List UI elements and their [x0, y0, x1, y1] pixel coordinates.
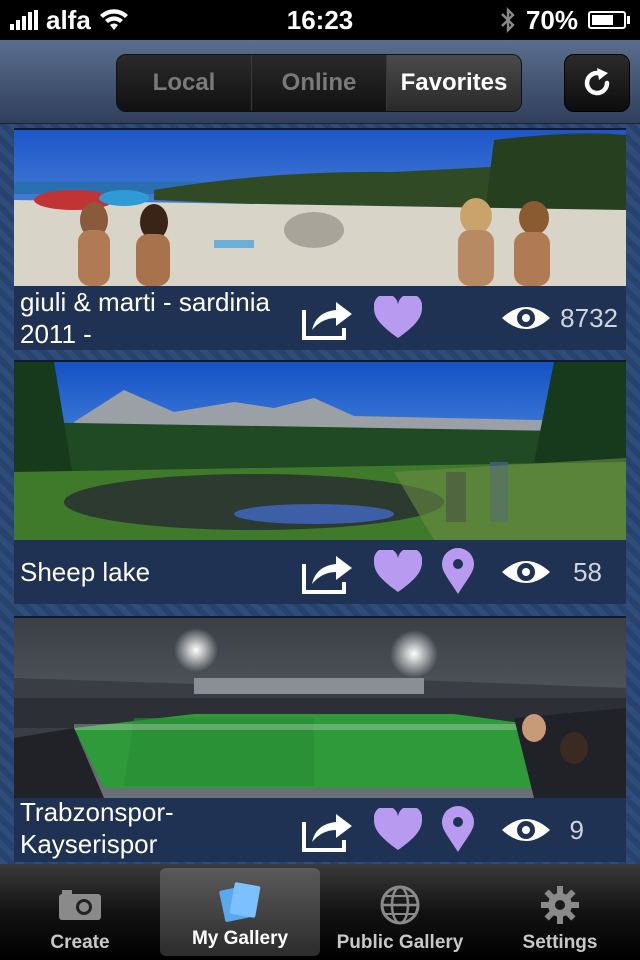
tab-label: Public Gallery — [336, 932, 464, 953]
status-bar: alfa 16:23 70% — [0, 0, 640, 40]
globe-icon — [379, 882, 421, 928]
gallery-icon — [218, 878, 262, 924]
share-button[interactable] — [300, 806, 356, 854]
source-segmented-control: Local Online Favorites — [116, 54, 522, 112]
item-title: Trabzonspor- Kayserispor — [20, 796, 300, 860]
eye-icon — [502, 561, 550, 583]
list-item[interactable]: Sheep lake 58 — [14, 360, 626, 604]
navigation-bar: Local Online Favorites — [0, 40, 640, 124]
location-button[interactable] — [440, 806, 476, 854]
list-item[interactable]: giuli & marti - sardinia 2011 - 8732 — [14, 128, 626, 350]
location-button[interactable] — [440, 548, 476, 596]
item-title: Sheep lake — [20, 556, 300, 588]
item-info-bar: Sheep lake 58 — [14, 540, 626, 604]
status-left: alfa — [10, 5, 230, 36]
tab-create[interactable]: Create — [0, 864, 160, 960]
panorama-thumbnail[interactable] — [14, 362, 626, 540]
views-block — [500, 302, 552, 334]
share-icon — [302, 556, 352, 594]
item-actions — [300, 294, 422, 342]
camera-icon — [58, 882, 102, 928]
bluetooth-icon — [501, 7, 515, 33]
carrier-name: alfa — [46, 4, 91, 35]
wifi-icon — [99, 9, 128, 30]
tab-label: Settings — [522, 932, 598, 953]
view-count: 58 — [573, 556, 602, 587]
favorites-list[interactable]: giuli & marti - sardinia 2011 - 8732 She… — [0, 124, 640, 864]
item-title-line1: giuli & marti - sardinia — [20, 287, 270, 317]
segment-online[interactable]: Online — [252, 55, 387, 111]
item-title: giuli & marti - sardinia 2011 - — [20, 286, 300, 350]
views-block — [500, 814, 552, 846]
view-count: 9 — [569, 814, 584, 845]
view-count: 8732 — [560, 302, 618, 333]
list-item[interactable]: Trabzonspor- Kayserispor 9 — [14, 616, 626, 862]
item-actions — [300, 548, 476, 596]
tab-label: My Gallery — [191, 928, 289, 949]
status-right: 70% — [410, 5, 630, 36]
refresh-icon — [584, 68, 610, 96]
tab-public-gallery[interactable]: Public Gallery — [320, 864, 480, 960]
segment-local[interactable]: Local — [117, 55, 252, 111]
heart-icon — [374, 550, 422, 592]
item-info-bar: giuli & marti - sardinia 2011 - 8732 — [14, 286, 626, 350]
item-title-line1: Sheep lake — [20, 557, 151, 587]
tab-settings[interactable]: Settings — [480, 864, 640, 960]
item-title-line2: 2011 - — [20, 319, 92, 349]
item-title-line2: Kayserispor — [20, 829, 158, 859]
views-block — [500, 556, 552, 588]
eye-icon — [502, 307, 550, 329]
item-title-line1: Trabzonspor- — [20, 797, 174, 827]
heart-icon — [374, 808, 422, 850]
battery-percent: 70% — [525, 4, 578, 35]
favorite-button[interactable] — [374, 808, 422, 852]
location-pin-icon — [442, 548, 474, 594]
tab-my-gallery[interactable]: My Gallery — [160, 868, 320, 956]
favorite-button[interactable] — [374, 550, 422, 594]
share-button[interactable] — [300, 294, 356, 342]
segment-favorites[interactable]: Favorites — [387, 55, 521, 111]
favorite-button[interactable] — [374, 296, 422, 340]
status-time: 16:23 — [286, 4, 354, 35]
tab-bar: Create My Gallery Public Gallery Setting… — [0, 864, 640, 960]
gear-icon — [539, 882, 581, 928]
item-info-bar: Trabzonspor- Kayserispor 9 — [14, 796, 626, 862]
tab-label: Create — [50, 932, 110, 953]
battery-icon — [588, 11, 630, 29]
refresh-button[interactable] — [564, 54, 630, 112]
eye-icon — [502, 819, 550, 841]
signal-strength-icon — [10, 10, 38, 30]
panorama-thumbnail[interactable] — [14, 130, 626, 286]
item-actions — [300, 806, 476, 854]
share-icon — [302, 814, 352, 852]
location-pin-icon — [442, 806, 474, 852]
share-button[interactable] — [300, 548, 356, 596]
share-icon — [302, 302, 352, 340]
heart-icon — [374, 296, 422, 338]
panorama-thumbnail[interactable] — [14, 618, 626, 798]
